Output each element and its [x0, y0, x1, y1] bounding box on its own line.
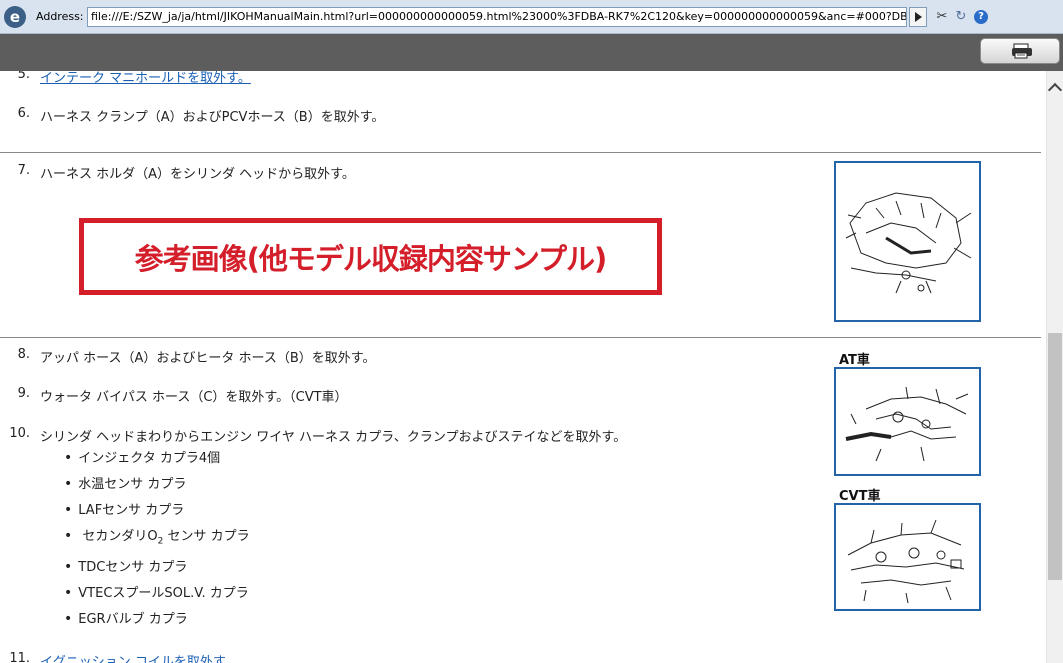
- step-9: 9. ウォータ バイパス ホース（C）を取外す。（CVT車）: [18, 386, 348, 405]
- step-number: 6.: [17, 106, 30, 121]
- step-text: ウォータ バイパス ホース（C）を取外す。（CVT車）: [40, 390, 348, 405]
- step-6: 6. ハーネス クランプ（A）およびPCVホース（B）を取外す。: [18, 106, 385, 125]
- step-text: ハーネス ホルダ（A）をシリンダ ヘッドから取外す。: [40, 167, 355, 182]
- list-item-text: セカンダリO: [82, 529, 158, 544]
- list-item: セカンダリO2 センサ カプラ: [64, 525, 250, 547]
- at-figure[interactable]: [834, 367, 981, 476]
- cvt-figure[interactable]: [834, 503, 981, 611]
- tools-icon[interactable]: ✂: [934, 9, 950, 25]
- section-divider: [0, 152, 1041, 153]
- step-5[interactable]: 5. インテーク マニホールドを取外す。: [18, 71, 251, 86]
- list-item: インジェクタ カプラ4個: [64, 447, 220, 466]
- step-11-link[interactable]: イグニッション コイルを取外す。: [40, 655, 238, 663]
- step-7: 7. ハーネス ホルダ（A）をシリンダ ヘッドから取外す。: [18, 163, 355, 182]
- browser-logo-icon: e: [4, 6, 26, 28]
- step-number: 10.: [9, 426, 30, 441]
- step-5-link[interactable]: インテーク マニホールドを取外す。: [40, 71, 251, 86]
- print-button[interactable]: [980, 38, 1060, 64]
- step-number: 11.: [9, 651, 30, 663]
- address-input[interactable]: file:///E:/SZW_ja/ja/html/JIKOHManualMai…: [87, 7, 907, 27]
- vertical-scrollbar[interactable]: [1046, 71, 1063, 663]
- address-bar: e Address: file:///E:/SZW_ja/ja/html/JIK…: [0, 0, 1063, 34]
- step-number: 7.: [17, 163, 30, 178]
- go-button[interactable]: [909, 7, 927, 27]
- list-item: EGRバルブ カプラ: [64, 608, 187, 627]
- step-text: アッパ ホース（A）およびヒータ ホース（B）を取外す。: [40, 351, 376, 366]
- section-divider: [0, 337, 1041, 338]
- help-icon[interactable]: ?: [974, 10, 988, 24]
- step-text: ハーネス クランプ（A）およびPCVホース（B）を取外す。: [40, 110, 385, 125]
- engine-harness-illustration: [845, 192, 972, 294]
- list-item: 水温センサ カプラ: [64, 473, 186, 492]
- list-item: LAFセンサ カプラ: [64, 499, 184, 518]
- at-hose-illustration: [845, 386, 969, 462]
- at-figure-caption: AT車: [839, 353, 870, 368]
- list-item-text: センサ カプラ: [163, 529, 250, 544]
- step-number: 5.: [17, 71, 30, 82]
- address-label: Address:: [36, 10, 84, 23]
- printer-icon: [1012, 43, 1032, 59]
- step-text: シリンダ ヘッドまわりからエンジン ワイヤ ハーネス カプラ、クランプおよびステ…: [40, 430, 627, 445]
- scroll-up-arrow-icon[interactable]: [1047, 82, 1063, 98]
- reference-image-stamp: 参考画像(他モデル収録内容サンプル): [79, 218, 662, 295]
- step-10: 10. シリンダ ヘッドまわりからエンジン ワイヤ ハーネス カプラ、クランプお…: [9, 426, 627, 445]
- manual-content: 5. インテーク マニホールドを取外す。 6. ハーネス クランプ（A）およびP…: [0, 71, 1046, 663]
- cvt-hose-illustration: [847, 519, 965, 604]
- step-number: 8.: [17, 347, 30, 362]
- step-7-figure[interactable]: [834, 161, 981, 322]
- step-number: 9.: [17, 386, 30, 401]
- step-11[interactable]: 11. イグニッション コイルを取外す。: [9, 651, 238, 663]
- list-item: VTECスプールSOL.V. カプラ: [64, 582, 248, 601]
- scroll-thumb[interactable]: [1048, 333, 1062, 580]
- cvt-figure-caption: CVT車: [839, 489, 881, 504]
- list-item: TDCセンサ カプラ: [64, 556, 187, 575]
- viewer-toolbar: [0, 34, 1063, 71]
- refresh-icon[interactable]: ↻: [953, 9, 969, 25]
- step-8: 8. アッパ ホース（A）およびヒータ ホース（B）を取外す。: [18, 347, 376, 366]
